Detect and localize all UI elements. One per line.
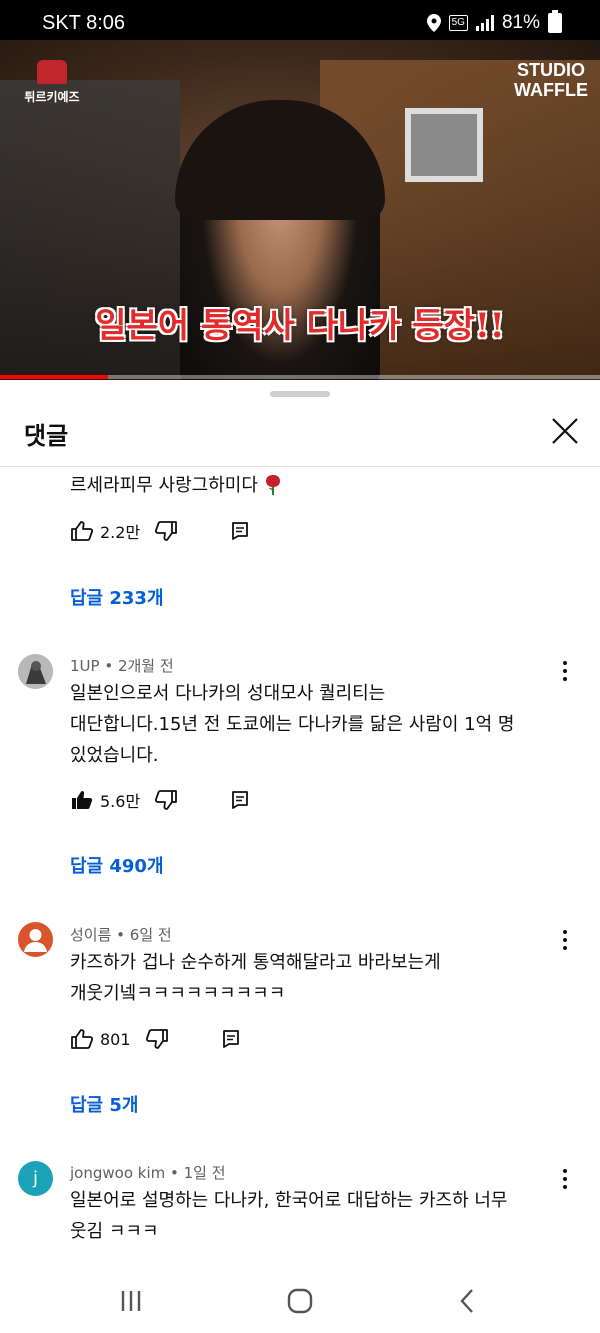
home-icon — [287, 1288, 313, 1314]
header-divider — [0, 466, 600, 467]
reply-comment-icon — [232, 522, 249, 540]
thumbs-up-icon — [71, 1029, 94, 1049]
comment-text-line: 웃김 ㅋㅋㅋ — [70, 1221, 159, 1242]
thumbs-down-icon — [155, 521, 178, 541]
avatar[interactable] — [18, 922, 53, 957]
comment-text: 일본어로 설명하는 다나카, 한국어로 대답하는 카즈하 너무 웃김 ㅋㅋㅋ — [70, 1185, 570, 1247]
recent-apps-button[interactable] — [111, 1284, 151, 1318]
status-icons: 5G 81% — [426, 10, 562, 34]
recent-apps-icon — [121, 1291, 141, 1311]
studio-logo-line1: STUDIO — [516, 60, 585, 80]
video-caption: 일본어 통역사 다나카 등장!! — [95, 306, 505, 346]
like-count: 5.6만 — [100, 792, 141, 811]
comment-actions: 801 — [70, 1026, 241, 1052]
network-badge: 5G — [448, 15, 468, 31]
like-count: 2.2만 — [100, 523, 141, 542]
comment-text: 르세라피무 사랑그하미다 — [70, 470, 570, 501]
signal-icon — [475, 15, 494, 31]
thumbs-up-filled-icon — [72, 791, 93, 809]
system-nav-bar — [0, 1270, 600, 1333]
fez-hat-icon — [37, 60, 67, 84]
video-progress-bar[interactable] — [0, 375, 600, 379]
thumbs-up-icon — [71, 521, 94, 541]
channel-logo: 튀르키예즈 — [14, 60, 90, 105]
comment-text: 일본인으로서 다나카의 성대모사 퀄리티는 대단합니다.15년 전 도쿄에는 다… — [70, 678, 560, 771]
comment-text-line: 카즈하가 겁나 순수하게 통역해달라고 바라보는게 — [70, 952, 441, 973]
dislike-button[interactable] — [154, 789, 178, 811]
comment-actions: 5.6만 — [70, 787, 250, 813]
rose-emoji-icon — [265, 475, 280, 495]
dislike-button[interactable] — [154, 520, 178, 542]
thumbs-down-icon — [145, 1029, 168, 1049]
comment-text-line: 개웃기넼ㅋㅋㅋㅋㅋㅋㅋㅋㅋ — [70, 983, 286, 1004]
location-icon — [426, 14, 441, 32]
dislike-button[interactable] — [145, 1028, 169, 1050]
comment-author-meta[interactable]: 성이름 • 6일 전 — [70, 924, 172, 945]
video-player[interactable]: 튀르키예즈 STUDIO WAFFLE 일본어 통역사 다나카 등장!! — [0, 40, 600, 380]
thumbs-down-icon — [155, 790, 178, 810]
reply-button[interactable] — [221, 1029, 241, 1049]
back-icon — [460, 1289, 473, 1313]
battery-icon — [548, 10, 562, 33]
default-person-icon — [24, 929, 47, 952]
studio-logo-line2: WAFFLE — [514, 80, 588, 100]
wall-frame — [405, 108, 483, 182]
video-progress-fill — [0, 375, 108, 379]
close-icon[interactable] — [548, 414, 582, 448]
like-count: 801 — [100, 1029, 131, 1049]
avatar-image — [18, 654, 53, 689]
comments-sheet: 댓글 르세라피무 사랑그하미다 2.2만 답글 233개 1UP • 2개월 전… — [0, 380, 600, 1333]
view-replies-link[interactable]: 답글 5개 — [70, 1091, 138, 1117]
comment-actions: 2.2만 — [70, 518, 250, 544]
avatar[interactable]: j — [18, 1161, 53, 1196]
comment-text-line: 르세라피무 사랑그하미다 — [70, 475, 258, 496]
studio-logo: STUDIO WAFFLE — [514, 60, 588, 100]
view-replies-link[interactable]: 답글 233개 — [70, 584, 164, 610]
like-button[interactable]: 2.2만 — [70, 519, 140, 543]
comment-text-line: 일본어로 설명하는 다나카, 한국어로 대답하는 카즈하 너무 — [70, 1190, 508, 1211]
carrier-time: SKT 8:06 — [42, 12, 126, 34]
reply-comment-icon — [232, 791, 249, 809]
avatar-letter: j — [32, 1168, 38, 1189]
reply-button[interactable] — [230, 521, 250, 541]
comment-text-line: 대단합니다.15년 전 도쿄에는 다나카를 닮은 사람이 1억 명 — [70, 714, 515, 735]
reply-button[interactable] — [230, 790, 250, 810]
like-button[interactable]: 801 — [70, 1028, 131, 1050]
avatar[interactable] — [18, 654, 53, 689]
comment-author-meta[interactable]: jongwoo kim • 1일 전 — [70, 1162, 226, 1183]
comment-text: 카즈하가 겁나 순수하게 통역해달라고 바라보는게 개웃기넼ㅋㅋㅋㅋㅋㅋㅋㅋㅋ — [70, 947, 570, 1009]
reply-comment-icon — [222, 1030, 239, 1048]
back-button[interactable] — [447, 1284, 487, 1318]
like-button-active[interactable]: 5.6만 — [70, 788, 140, 812]
drag-handle[interactable] — [270, 391, 330, 397]
view-replies-link[interactable]: 답글 490개 — [70, 852, 164, 878]
comment-text-line: 있었습니다. — [70, 745, 159, 766]
comments-title: 댓글 — [24, 422, 69, 450]
battery-percent: 81% — [501, 12, 540, 33]
comment-text-line: 일본인으로서 다나카의 성대모사 퀄리티는 — [70, 683, 386, 704]
comment-author-meta[interactable]: 1UP • 2개월 전 — [70, 655, 174, 676]
channel-logo-text: 튀르키예즈 — [24, 90, 80, 104]
home-button[interactable] — [280, 1284, 320, 1318]
